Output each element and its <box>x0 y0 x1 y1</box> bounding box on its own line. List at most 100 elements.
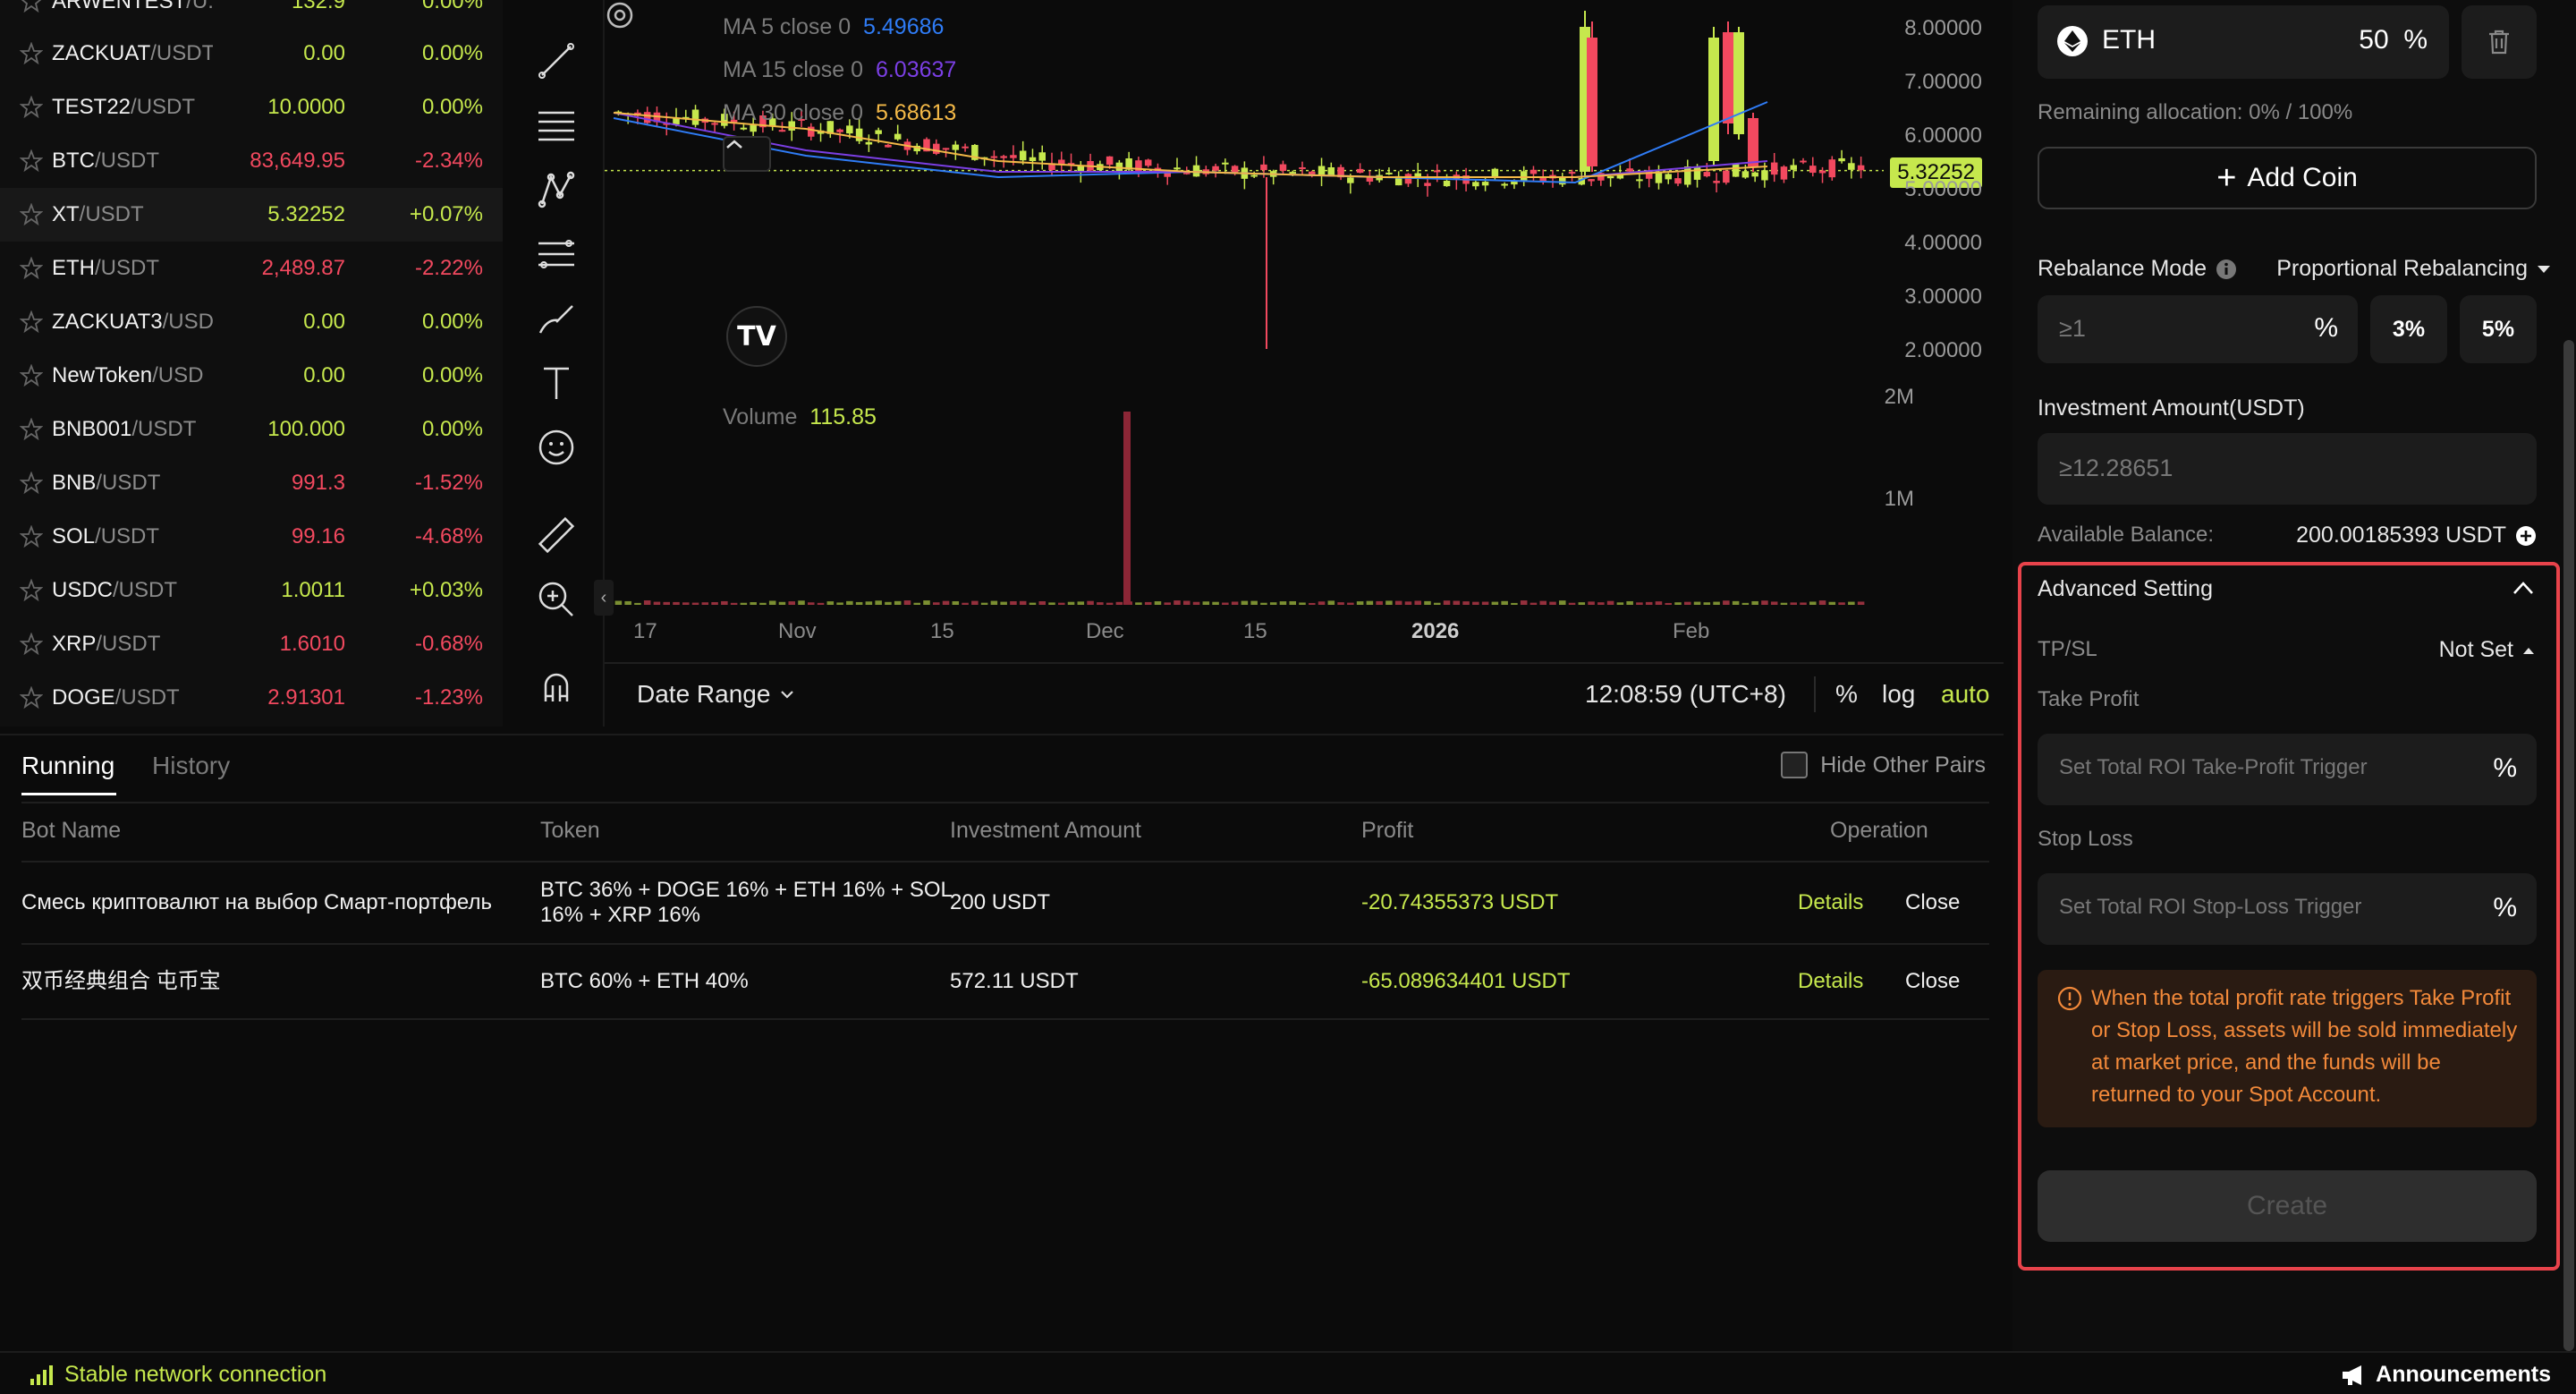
tab-history[interactable]: History <box>152 752 230 780</box>
market-row[interactable]: DOGE/USDT 2.91301 -1.23% <box>0 671 503 725</box>
close-bot-button[interactable]: Close <box>1905 889 1960 916</box>
ruler-icon[interactable] <box>531 510 581 560</box>
candle-body <box>1665 174 1672 180</box>
announcements-link[interactable]: Announcements <box>2340 1362 2551 1388</box>
warning-text: When the total profit rate triggers Take… <box>2091 986 2518 1107</box>
rebalance-threshold-input[interactable]: ≥1 % <box>2038 295 2358 363</box>
pattern-icon[interactable] <box>531 165 581 215</box>
market-row[interactable]: XT/USDT 5.32252 +0.07% <box>0 188 503 242</box>
volume-bar <box>808 602 815 605</box>
hide-other-pairs-toggle[interactable]: Hide Other Pairs <box>1781 752 1986 778</box>
market-row[interactable]: NewToken/USD 0.00 0.00% <box>0 349 503 403</box>
market-price: 1.0011 <box>281 578 345 602</box>
favorite-star-icon[interactable] <box>20 42 43 65</box>
horizontal-lines-icon[interactable] <box>531 100 581 150</box>
volume-bar <box>1616 602 1624 605</box>
volume-bar <box>1780 602 1788 605</box>
magnet-icon[interactable] <box>531 662 581 712</box>
emoji-icon[interactable] <box>531 422 581 472</box>
market-row[interactable]: BTC/USDT 83,649.95 -2.34% <box>0 134 503 188</box>
tab-running[interactable]: Running <box>21 752 114 780</box>
date-range-dropdown[interactable]: Date Range <box>637 680 795 709</box>
market-row[interactable]: ZACKUAT/USDT 0.00 0.00% <box>0 27 503 81</box>
volume-bar <box>682 602 690 605</box>
candle-body <box>1222 162 1229 165</box>
fib-retracement-icon[interactable] <box>531 229 581 279</box>
delete-coin-button[interactable] <box>2462 5 2537 79</box>
favorite-star-icon[interactable] <box>20 310 43 334</box>
hide-other-pairs-checkbox[interactable] <box>1781 752 1809 778</box>
create-button[interactable]: Create <box>2038 1170 2537 1242</box>
zoom-in-icon[interactable] <box>531 574 581 625</box>
candle-body <box>1587 38 1597 166</box>
market-price: 5.32252 <box>267 202 345 226</box>
panel-scrollbar[interactable] <box>2563 340 2574 1351</box>
advanced-setting-header[interactable]: Advanced Setting <box>2038 576 2213 602</box>
rebalance-mode-dropdown[interactable]: Proportional Rebalancing <box>2276 256 2551 282</box>
favorite-star-icon[interactable] <box>20 96 43 119</box>
volume-bar <box>894 600 902 605</box>
threshold-placeholder: ≥1 <box>2059 315 2086 342</box>
candle-body <box>1144 159 1152 166</box>
tpsl-toggle[interactable]: Not Set <box>2439 637 2535 663</box>
market-change: 0.00% <box>421 41 483 65</box>
coin-name: ETH <box>2102 25 2156 55</box>
market-row[interactable]: XRP/USDT 1.6010 -0.68% <box>0 617 503 671</box>
volume-bar <box>1770 601 1778 605</box>
add-funds-icon[interactable] <box>2515 525 2537 547</box>
log-scale-toggle[interactable]: log <box>1882 680 1915 709</box>
favorite-star-icon[interactable] <box>20 525 43 548</box>
market-row[interactable]: ARWENTEST/U: 132.9 0.00% <box>0 0 503 29</box>
coin-percent[interactable]: 50 % <box>2359 25 2428 55</box>
market-row[interactable]: BNB001/USDT 100.000 0.00% <box>0 403 503 456</box>
collapse-legend-button[interactable] <box>723 136 771 172</box>
market-row[interactable]: SOL/USDT 99.16 -4.68% <box>0 510 503 564</box>
market-price: 99.16 <box>291 524 345 548</box>
favorite-star-icon[interactable] <box>20 149 43 173</box>
close-bot-button[interactable]: Close <box>1905 968 1960 995</box>
market-row[interactable]: TEST22/USDT 10.0000 0.00% <box>0 81 503 134</box>
threshold-chip-3[interactable]: 3% <box>2370 295 2447 363</box>
favorite-star-icon[interactable] <box>20 364 43 387</box>
column-token: Token <box>540 818 600 843</box>
candle-body <box>1192 165 1200 177</box>
volume-bar <box>1241 600 1249 605</box>
coin-allocation-field[interactable]: ETH 50 % <box>2038 5 2449 79</box>
candle-body <box>885 144 892 148</box>
column-operation: Operation <box>1830 818 1928 843</box>
favorite-star-icon[interactable] <box>20 472 43 495</box>
stop-loss-input[interactable]: Set Total ROI Stop-Loss Trigger % <box>2038 873 2537 945</box>
chevron-up-icon[interactable] <box>2512 580 2535 596</box>
brush-icon[interactable] <box>531 293 581 344</box>
favorite-star-icon[interactable] <box>20 418 43 441</box>
chart-settings-icon[interactable] <box>605 0 635 30</box>
details-link[interactable]: Details <box>1798 889 1863 916</box>
market-row[interactable]: BNB/USDT 991.3 -1.52% <box>0 456 503 510</box>
auto-scale-toggle[interactable]: auto <box>1941 680 1990 709</box>
text-tool-icon[interactable] <box>531 358 581 408</box>
market-price: 100.000 <box>267 417 345 441</box>
info-icon[interactable] <box>2216 259 2237 280</box>
favorite-star-icon[interactable] <box>20 579 43 602</box>
favorite-star-icon[interactable] <box>20 203 43 226</box>
favorite-star-icon[interactable] <box>20 0 43 13</box>
trend-line-icon[interactable] <box>531 36 581 86</box>
favorite-star-icon[interactable] <box>20 257 43 280</box>
market-row[interactable]: USDC/USDT 1.0011 +0.03% <box>0 564 503 617</box>
volume-bar <box>1106 602 1114 605</box>
market-row[interactable]: ZACKUAT3/USD 0.00 0.00% <box>0 295 503 349</box>
candle-body <box>1106 156 1114 166</box>
price-chart[interactable]: MA 5 close 0 5.49686 MA 15 close 0 6.036… <box>605 0 2004 653</box>
market-change: -1.23% <box>414 685 483 710</box>
details-link[interactable]: Details <box>1798 968 1863 995</box>
market-row[interactable]: ETH/USDT 2,489.87 -2.22% <box>0 242 503 295</box>
investment-amount-input[interactable]: ≥12.28651 <box>2038 433 2537 505</box>
favorite-star-icon[interactable] <box>20 633 43 656</box>
add-coin-button[interactable]: + Add Coin <box>2038 147 2537 209</box>
network-status-text: Stable network connection <box>64 1362 327 1387</box>
percent-scale-toggle[interactable]: % <box>1835 680 1858 709</box>
take-profit-input[interactable]: Set Total ROI Take-Profit Trigger % <box>2038 734 2537 805</box>
favorite-star-icon[interactable] <box>20 686 43 710</box>
threshold-chip-5[interactable]: 5% <box>2460 295 2537 363</box>
volume-bar <box>885 601 892 605</box>
